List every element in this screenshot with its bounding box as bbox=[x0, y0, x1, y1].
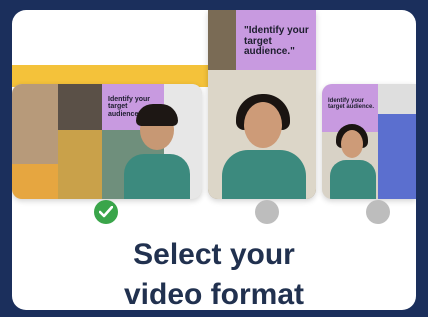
title-line-2: video format bbox=[123, 278, 305, 310]
blue-text-panel bbox=[378, 114, 416, 199]
presenter-shirt bbox=[222, 150, 306, 199]
photo-panel-woman-sunglasses bbox=[12, 84, 58, 164]
presenter-face bbox=[341, 130, 363, 158]
presenter-hair bbox=[136, 104, 178, 126]
photo-panel-woman-dark bbox=[58, 84, 102, 130]
photo-panel-woman-yellow bbox=[58, 130, 102, 199]
format-option-landscape[interactable]: Identify your target audience. bbox=[12, 84, 202, 199]
format-selection-card: Identify your target audience. "Identify… bbox=[12, 10, 416, 310]
format-option-square[interactable]: Identify your target audience. bbox=[322, 84, 416, 199]
radio-square[interactable] bbox=[366, 200, 390, 224]
presenter-shirt bbox=[124, 154, 190, 199]
radio-vertical[interactable] bbox=[255, 200, 279, 224]
caption-text: Identify your target audience. bbox=[328, 98, 375, 111]
photo-panel-woman-top bbox=[208, 10, 236, 70]
presenter-shirt bbox=[330, 160, 376, 199]
check-icon bbox=[99, 206, 113, 218]
title-line-1: Select your bbox=[133, 238, 295, 271]
format-option-vertical[interactable]: "Identify your target audience." bbox=[208, 10, 316, 199]
photo-panel-yellow-block bbox=[12, 164, 58, 199]
caption-text: "Identify your target audience." bbox=[244, 25, 309, 57]
presenter-face bbox=[244, 102, 282, 148]
radio-landscape[interactable] bbox=[94, 200, 118, 224]
